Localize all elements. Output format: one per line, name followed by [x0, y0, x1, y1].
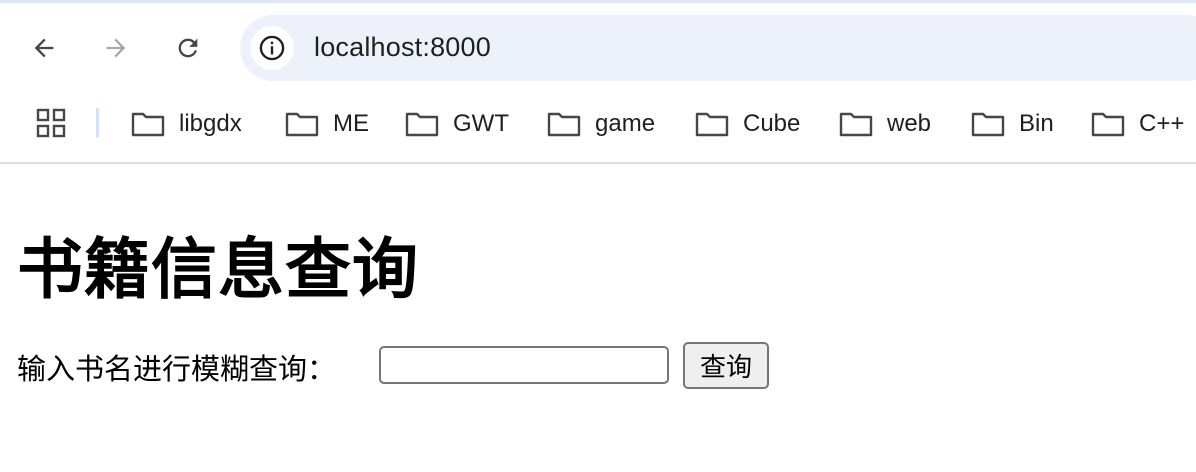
folder-icon — [547, 112, 581, 137]
folder-icon — [285, 112, 319, 137]
site-info-button[interactable] — [250, 26, 294, 70]
bookmark-folder-cpp[interactable]: C++ — [1091, 106, 1184, 142]
address-bar[interactable]: localhost:8000 — [240, 15, 1196, 81]
folder-icon — [839, 112, 873, 137]
bookmark-folder-cube[interactable]: Cube — [695, 106, 800, 142]
bookmark-folder-bin[interactable]: Bin — [971, 106, 1054, 142]
bookmark-label: GWT — [453, 110, 509, 137]
bookmark-folder-libgdx[interactable]: libgdx — [131, 106, 242, 142]
bookmark-label: web — [887, 110, 932, 137]
bookmark-folder-game[interactable]: game — [547, 106, 655, 142]
reload-icon — [178, 38, 198, 58]
folder-icon — [405, 112, 439, 137]
forward-button[interactable] — [96, 28, 136, 68]
bookmark-folder-gwt[interactable]: GWT — [405, 106, 509, 142]
bookmark-folder-me[interactable]: ME — [285, 106, 369, 142]
folder-icon — [971, 112, 1005, 137]
bookmark-folder-web[interactable]: web — [839, 106, 931, 142]
back-arrow-icon — [34, 38, 54, 58]
bookmark-label: ME — [333, 110, 369, 137]
page-title: 书籍信息查询 — [17, 232, 419, 306]
info-icon — [259, 35, 285, 61]
bookmark-label: Bin — [1019, 110, 1054, 137]
folder-icon — [1091, 112, 1125, 137]
bookmark-label: C++ — [1139, 110, 1185, 137]
search-button[interactable]: 查询 — [683, 342, 769, 389]
bookmark-label: libgdx — [179, 110, 242, 137]
apps-grid-icon[interactable] — [36, 108, 68, 140]
bookmarks-bar: libgdx ME GWT game Cube web Bin C++ — [0, 94, 1196, 164]
bookmarks-separator — [96, 108, 99, 138]
folder-icon — [695, 112, 729, 137]
reload-button[interactable] — [168, 28, 208, 68]
folder-icon — [131, 112, 165, 137]
url-text[interactable]: localhost:8000 — [314, 32, 491, 63]
search-label: 输入书名进行模糊查询： — [17, 354, 337, 386]
browser-toolbar: localhost:8000 — [0, 0, 1196, 94]
search-input[interactable] — [379, 346, 669, 384]
toolbar-top-border — [0, 0, 1196, 3]
bookmark-label: game — [595, 110, 656, 137]
bookmark-label: Cube — [743, 110, 801, 137]
forward-arrow-icon — [106, 38, 126, 58]
back-button[interactable] — [24, 28, 64, 68]
